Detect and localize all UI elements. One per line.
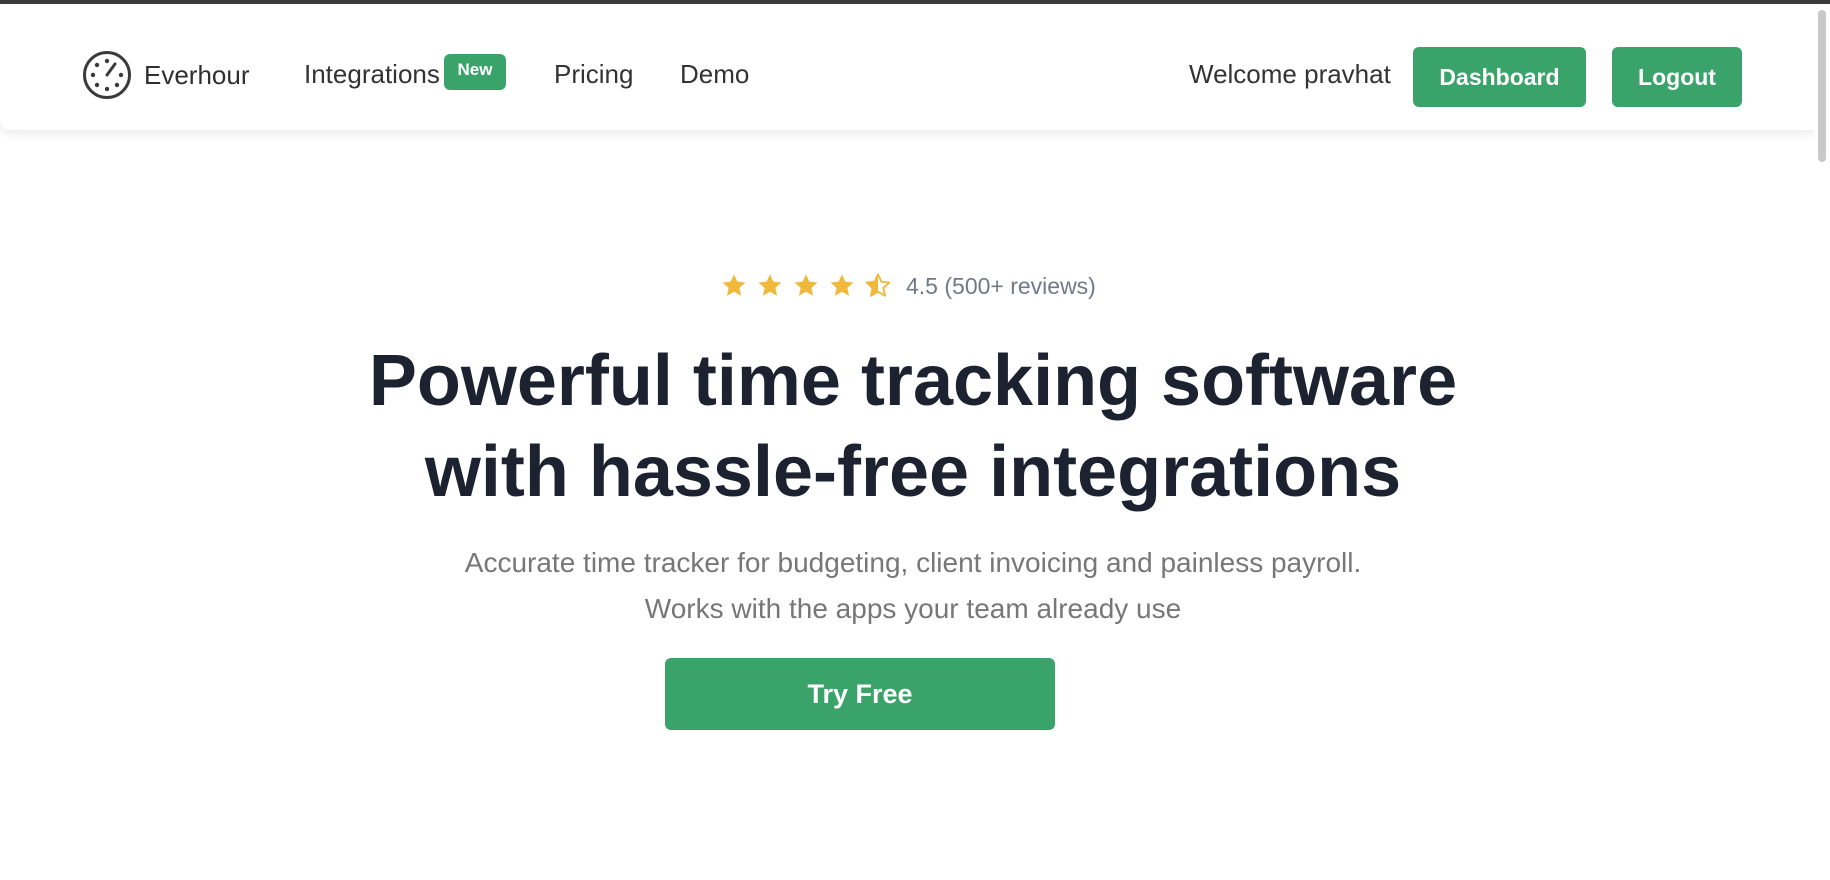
hero-subtitle-line-1: Accurate time tracker for budgeting, cli… (464, 547, 1362, 578)
new-badge: New (444, 54, 506, 90)
hero-subtitle-line-2: Works with the apps your team already us… (644, 593, 1182, 624)
stopwatch-dial-icon (82, 50, 132, 100)
brand-logo[interactable]: Everhour (82, 50, 250, 100)
page: Everhour Integrations New Pricing Demo W… (0, 0, 1830, 880)
nav-link-integrations[interactable]: Integrations (304, 59, 440, 89)
hero-headline: Powerful time tracking software with has… (0, 336, 1826, 518)
star-icon (830, 274, 854, 296)
dashboard-button[interactable]: Dashboard (1413, 47, 1586, 107)
nav-link-pricing[interactable]: Pricing (554, 59, 633, 89)
nav-link-demo[interactable]: Demo (680, 59, 749, 89)
top-navigation: Everhour Integrations New Pricing Demo W… (0, 4, 1820, 130)
rating: 4.5 (500+ reviews) (720, 272, 1096, 300)
star-icon (794, 274, 818, 296)
star-icon (758, 274, 782, 296)
scrollbar-thumb[interactable] (1818, 10, 1826, 162)
brand-name: Everhour (144, 59, 250, 90)
headline-line-1: Powerful time tracking software (368, 341, 1458, 421)
half-star-icon (865, 273, 891, 297)
page-scrollbar[interactable] (1814, 4, 1830, 880)
headline-line-2: with hassle-free integrations (424, 432, 1402, 512)
logout-button[interactable]: Logout (1612, 47, 1742, 107)
welcome-message: Welcome pravhat (1189, 59, 1391, 89)
star-icon (722, 274, 746, 296)
try-free-button[interactable]: Try Free (665, 658, 1055, 730)
rating-text: 4.5 (500+ reviews) (906, 272, 1096, 299)
